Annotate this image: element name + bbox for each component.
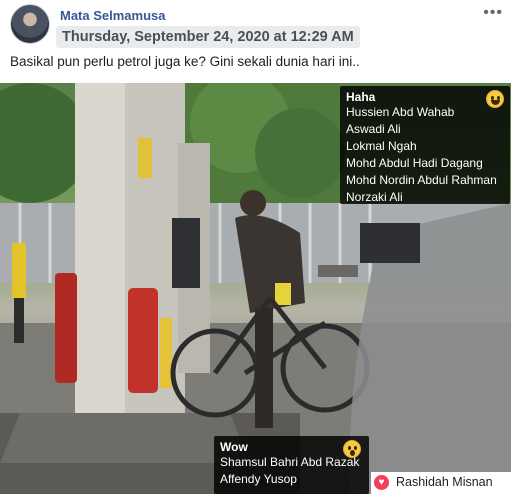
- author-avatar[interactable]: [10, 4, 50, 44]
- wow-reactions-tooltip: Wow Shamsul Bahri Abd Razak Affendy Yuso…: [214, 436, 369, 494]
- haha-reactor-name: Aswadi Ali: [346, 122, 401, 136]
- author-name-link[interactable]: Mata Selmamusa: [60, 8, 166, 23]
- haha-tooltip-title: Haha: [346, 90, 376, 104]
- haha-reactions-tooltip: Haha Hussien Abd Wahab Aswadi Ali Lokmal…: [340, 86, 510, 204]
- love-reactor-name[interactable]: Rashidah Misnan: [396, 475, 493, 489]
- wow-reactor-name: Shamsul Bahri Abd Razak: [220, 455, 360, 469]
- haha-reactor-name: Mohd Nordin Abdul Rahman: [346, 173, 497, 187]
- more-options-icon[interactable]: •••: [483, 4, 503, 22]
- haha-reactor-name: Lokmal Ngah: [346, 139, 417, 153]
- haha-reactor-name: Hussien Abd Wahab: [346, 105, 455, 119]
- love-heart-icon: ♥: [374, 475, 389, 490]
- post-caption: Basikal pun perlu petrol juga ke? Gini s…: [10, 54, 360, 69]
- post-header: Mata Selmamusa Thursday, September 24, 2…: [0, 0, 511, 52]
- post-timestamp-tooltip: Thursday, September 24, 2020 at 12:29 AM: [56, 26, 360, 48]
- wow-tooltip-title: Wow: [220, 440, 248, 454]
- haha-reactor-name: Norzaki Ali: [346, 190, 403, 204]
- wow-emoji-icon: [343, 440, 361, 458]
- wow-reactor-name: Affendy Yusop: [220, 472, 297, 486]
- love-reaction-entry[interactable]: ♥ Rashidah Misnan: [371, 472, 511, 494]
- haha-emoji-icon: [486, 90, 504, 108]
- haha-reactor-name: Mohd Abdul Hadi Dagang: [346, 156, 483, 170]
